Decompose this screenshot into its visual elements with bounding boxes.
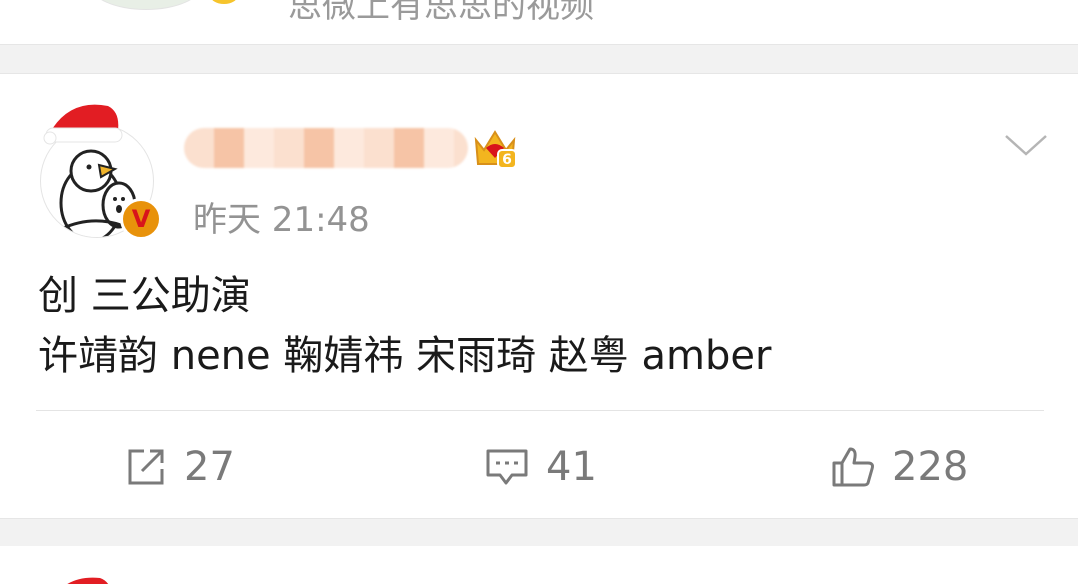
like-count: 228 [892, 444, 969, 490]
crown-badge-icon[interactable]: 6 [472, 126, 518, 170]
post-text-line: 创 三公助演 [38, 273, 251, 319]
thumbs-up-icon [832, 447, 874, 487]
author-avatar[interactable]: V [36, 98, 166, 240]
feed-separator [0, 518, 1078, 548]
post-timestamp: 昨天 21:48 [193, 200, 370, 240]
previous-post-text: 思微上有思思的视频 [288, 0, 594, 26]
comment-bubble-icon [486, 449, 528, 485]
share-arrow-icon [128, 449, 164, 485]
santa-hat-icon [43, 104, 123, 145]
santa-hat-icon [67, 577, 109, 584]
verified-badge: V [120, 198, 162, 240]
chevron-down-icon[interactable] [1004, 132, 1048, 158]
post-content: 创 三公助演 许靖韵 nene 鞠婧祎 宋雨琦 赵粤 amber [38, 266, 771, 386]
author-name-blurred[interactable] [184, 128, 468, 168]
comment-button[interactable]: 41 [484, 442, 597, 492]
badge-icon [210, 0, 238, 4]
forward-count: 27 [184, 444, 235, 490]
feed-separator [0, 44, 1078, 74]
post-text-line: 许靖韵 nene 鞠婧祎 宋雨琦 赵粤 amber [38, 333, 772, 379]
like-button[interactable]: 228 [830, 442, 968, 492]
previous-post-card[interactable]: 思微上有思思的视频 [0, 0, 1078, 44]
next-post-card[interactable] [0, 546, 1078, 584]
comment-count: 41 [546, 444, 597, 490]
crown-level: 6 [502, 152, 512, 168]
forward-button[interactable]: 27 [124, 442, 235, 492]
divider [36, 410, 1044, 411]
post-card[interactable]: V 6 昨天 21:48 创 三公助演 许靖韵 nene 鞠婧祎 宋雨琦 赵粤 … [0, 74, 1078, 518]
avatar[interactable] [90, 0, 202, 10]
